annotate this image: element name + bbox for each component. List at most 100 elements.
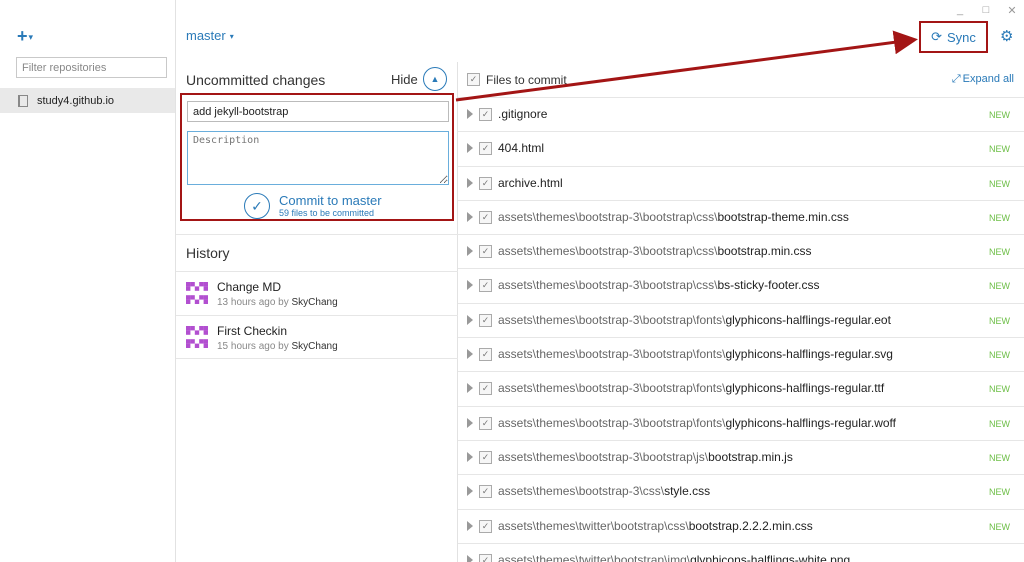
file-row[interactable]: ✓ assets\themes\bootstrap-3\bootstrap\fon…: [458, 372, 1024, 407]
expand-triangle-icon[interactable]: [467, 314, 473, 325]
identicon-avatar: [186, 326, 208, 348]
file-row[interactable]: ✓ .gitignore NEW: [458, 98, 1024, 133]
file-checkbox[interactable]: ✓: [479, 519, 492, 533]
file-checkbox[interactable]: ✓: [479, 313, 492, 327]
file-checkbox[interactable]: ✓: [479, 485, 492, 499]
expand-triangle-icon[interactable]: [467, 383, 473, 394]
add-repository-button[interactable]: +▾: [17, 26, 33, 47]
file-name: glyphicons-halflings-regular.woff: [725, 415, 897, 430]
repository-item[interactable]: study4.github.io: [0, 88, 175, 113]
file-checkbox[interactable]: ✓: [479, 348, 492, 362]
branch-selector[interactable]: master ▾: [186, 28, 234, 43]
file-status-badge: NEW: [989, 487, 1010, 498]
file-row[interactable]: ✓ assets\themes\bootstrap-3\bootstrap\js\…: [458, 441, 1024, 476]
history-item[interactable]: First Checkin 15 hours ago by SkyChang: [176, 315, 458, 359]
repository-name: study4.github.io: [37, 94, 115, 107]
maximize-button[interactable]: □: [980, 4, 992, 17]
commit-summary-input[interactable]: [187, 101, 449, 122]
file-name: bs-sticky-footer.css: [717, 278, 820, 293]
file-path: assets\themes\bootstrap-3\bootstrap\font…: [498, 313, 891, 327]
expand-triangle-icon[interactable]: [467, 143, 473, 154]
history-item[interactable]: Change MD 13 hours ago by SkyChang: [176, 271, 458, 315]
expand-icon: ⤢: [951, 73, 961, 85]
file-checkbox[interactable]: ✓: [479, 210, 492, 224]
file-path: assets\themes\bootstrap-3\bootstrap\css\…: [498, 278, 819, 292]
expand-triangle-icon[interactable]: [467, 109, 473, 119]
expand-triangle-icon[interactable]: [467, 280, 473, 291]
file-name: bootstrap-theme.min.css: [717, 209, 849, 224]
file-checkbox[interactable]: ✓: [479, 108, 492, 121]
repository-sidebar: +▾ study4.github.io: [0, 0, 176, 562]
file-row[interactable]: ✓ assets\themes\twitter\bootstrap\css\boo…: [458, 510, 1024, 544]
expand-triangle-icon[interactable]: [467, 554, 473, 562]
minimize-button[interactable]: _: [954, 4, 966, 17]
expand-triangle-icon[interactable]: [467, 177, 473, 188]
expand-triangle-icon[interactable]: [467, 246, 473, 257]
file-row[interactable]: ✓ assets\themes\bootstrap-3\bootstrap\css…: [458, 269, 1024, 304]
file-checkbox[interactable]: ✓: [479, 245, 492, 259]
files-pane: ✓ Files to commit ⤢ Expand all ✓ .gitignor…: [458, 62, 1024, 562]
file-row[interactable]: ✓ assets\themes\bootstrap-3\bootstrap\fon…: [458, 304, 1024, 339]
sync-button[interactable]: ⟳ Sync: [919, 21, 988, 53]
close-button[interactable]: ✕: [1006, 4, 1018, 17]
files-header: ✓ Files to commit ⤢ Expand all: [458, 62, 1024, 98]
file-checkbox[interactable]: ✓: [479, 416, 492, 430]
select-all-checkbox[interactable]: ✓: [467, 73, 480, 86]
file-path: assets\themes\bootstrap-3\bootstrap\css\…: [498, 210, 849, 224]
identicon-avatar: [186, 282, 208, 304]
file-name: 404.html: [498, 141, 545, 156]
changes-column: Uncommitted changes Hide ▲ ✓ Commit to m…: [176, 62, 458, 562]
file-checkbox[interactable]: ✓: [479, 279, 492, 293]
expand-all-button[interactable]: ⤢ Expand all: [952, 73, 1014, 86]
file-directory: assets\themes\bootstrap-3\bootstrap\font…: [498, 347, 726, 362]
file-path: assets\themes\bootstrap-3\bootstrap\css\…: [498, 244, 812, 258]
file-status-badge: NEW: [989, 452, 1010, 463]
file-row[interactable]: ✓ assets\themes\bootstrap-3\css\style.css…: [458, 475, 1024, 510]
file-checkbox[interactable]: ✓: [479, 553, 492, 562]
file-status-badge: NEW: [989, 247, 1010, 258]
file-row[interactable]: ✓ assets\themes\twitter\bootstrap\img\gly…: [458, 544, 1024, 562]
expand-triangle-icon[interactable]: [467, 520, 473, 531]
file-checkbox[interactable]: ✓: [479, 142, 492, 156]
file-row[interactable]: ✓ 404.html NEW: [458, 132, 1024, 167]
file-row[interactable]: ✓ assets\themes\bootstrap-3\bootstrap\fon…: [458, 407, 1024, 441]
expand-triangle-icon[interactable]: [467, 451, 473, 462]
file-name: glyphicons-halflings-regular.eot: [725, 312, 891, 327]
file-status-badge: NEW: [989, 212, 1010, 223]
file-row[interactable]: ✓ archive.html NEW: [458, 167, 1024, 201]
expand-triangle-icon[interactable]: [467, 486, 473, 497]
commit-meta: 15 hours ago by SkyChang: [217, 341, 338, 352]
check-icon: ✓: [244, 193, 270, 219]
filter-repositories-input[interactable]: [16, 57, 167, 78]
file-checkbox[interactable]: ✓: [479, 450, 492, 464]
commit-description-input[interactable]: [187, 131, 449, 185]
chevron-up-icon[interactable]: ▲: [423, 67, 447, 91]
expand-triangle-icon[interactable]: [467, 349, 473, 360]
commit-file-count: 59 files to be committed: [279, 207, 375, 218]
file-path: .gitignore: [498, 107, 547, 121]
divider: [176, 234, 458, 235]
gear-icon[interactable]: ⚙: [1000, 27, 1013, 45]
file-directory: assets\themes\bootstrap-3\bootstrap\font…: [498, 312, 726, 327]
book-icon: [18, 94, 28, 107]
file-row[interactable]: ✓ assets\themes\bootstrap-3\bootstrap\css…: [458, 235, 1024, 270]
file-path: assets\themes\bootstrap-3\bootstrap\js\b…: [498, 450, 793, 464]
file-name: glyphicons-halflings-white.png: [690, 552, 851, 562]
file-directory: assets\themes\bootstrap-3\bootstrap\font…: [498, 381, 726, 396]
file-checkbox[interactable]: ✓: [479, 382, 492, 396]
commit-meta: 13 hours ago by SkyChang: [217, 297, 338, 308]
commit-author: SkyChang: [291, 297, 338, 308]
expand-triangle-icon[interactable]: [467, 417, 473, 428]
commit-button[interactable]: ✓ Commit to master 59 files to be commit…: [244, 193, 382, 219]
file-status-badge: NEW: [989, 521, 1010, 532]
expand-triangle-icon[interactable]: [467, 211, 473, 222]
file-name: glyphicons-halflings-regular.svg: [725, 347, 893, 362]
file-row[interactable]: ✓ assets\themes\bootstrap-3\bootstrap\css…: [458, 201, 1024, 236]
caret-down-icon: ▾: [229, 32, 234, 42]
plus-icon: +: [17, 26, 28, 46]
commit-panel: ✓ Commit to master 59 files to be commit…: [180, 93, 454, 221]
hide-button[interactable]: Hide: [391, 72, 418, 87]
file-checkbox[interactable]: ✓: [479, 176, 492, 190]
file-row[interactable]: ✓ assets\themes\bootstrap-3\bootstrap\fon…: [458, 338, 1024, 373]
branch-name: master: [186, 28, 226, 43]
